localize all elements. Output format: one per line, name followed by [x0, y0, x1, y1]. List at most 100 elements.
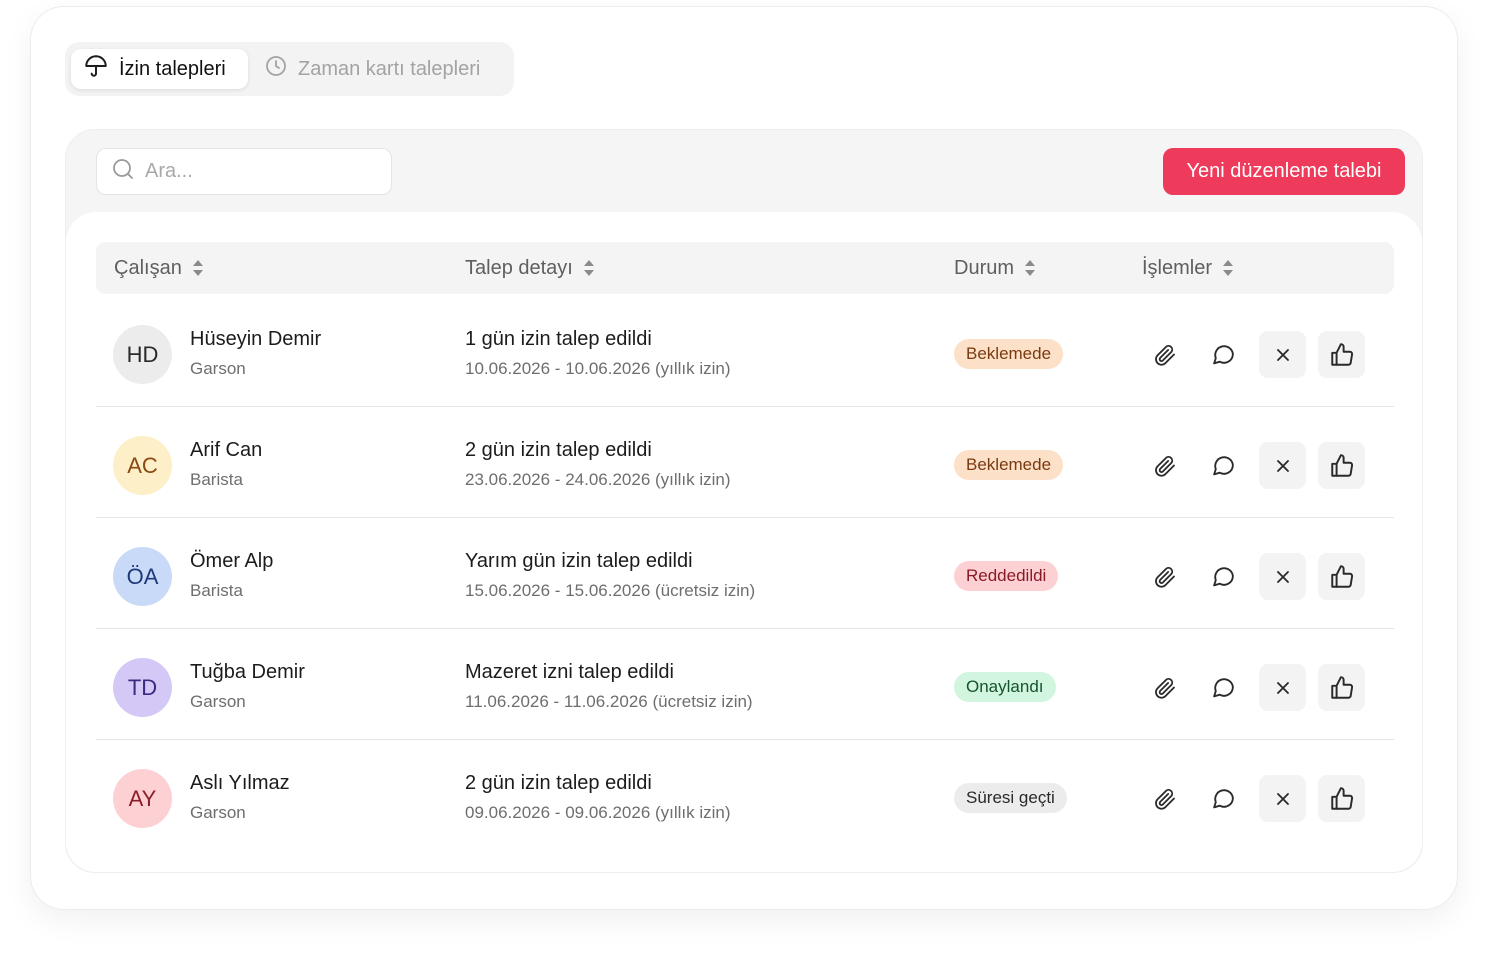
employee-role: Barista — [190, 581, 243, 600]
avatar: TD — [113, 658, 172, 717]
comment-button[interactable] — [1200, 664, 1247, 711]
table-row: AC Arif Can Barista 2 gün izin talep edildi… — [96, 407, 1394, 518]
tab-timecard-requests[interactable]: Zaman kartı talepleri — [252, 49, 492, 89]
status-badge: Süresi geçti — [954, 783, 1067, 813]
attach-button[interactable] — [1141, 775, 1188, 822]
approve-button[interactable] — [1318, 775, 1365, 822]
sort-icon — [583, 258, 595, 278]
request-dates: 09.06.2026 - 09.06.2026 (yıllık izin) — [465, 803, 731, 822]
comment-icon — [1211, 564, 1236, 589]
column-status[interactable]: Durum — [954, 242, 1036, 294]
employee-role: Garson — [190, 359, 246, 378]
sort-icon — [1222, 258, 1234, 278]
close-icon — [1273, 789, 1293, 809]
thumbs-up-icon — [1329, 342, 1355, 368]
attach-button[interactable] — [1141, 331, 1188, 378]
requests-panel: Yeni düzenleme talebi Çalışan Talep deta… — [65, 129, 1423, 873]
attach-button[interactable] — [1141, 664, 1188, 711]
paperclip-icon — [1153, 787, 1177, 811]
comment-button[interactable] — [1200, 553, 1247, 600]
clock-icon — [264, 54, 288, 84]
thumbs-up-icon — [1329, 786, 1355, 812]
status-badge: Beklemede — [954, 339, 1064, 369]
comment-icon — [1211, 342, 1236, 367]
paperclip-icon — [1153, 343, 1177, 367]
avatar: AY — [113, 769, 172, 828]
request-title: Yarım gün izin talep edildi — [465, 550, 693, 572]
employee-role: Garson — [190, 692, 246, 711]
request-title: Mazeret izni talep edildi — [465, 661, 674, 683]
column-request-detail[interactable]: Talep detayı — [465, 242, 595, 294]
reject-button[interactable] — [1259, 553, 1306, 600]
column-actions[interactable]: İşlemler — [1142, 242, 1234, 294]
column-label: Durum — [954, 256, 1015, 279]
avatar: ÖA — [113, 547, 172, 606]
thumbs-up-icon — [1329, 453, 1355, 479]
reject-button[interactable] — [1259, 442, 1306, 489]
close-icon — [1273, 345, 1293, 365]
employee-role: Barista — [190, 470, 243, 489]
comment-button[interactable] — [1200, 442, 1247, 489]
table-row: HD Hüseyin Demir Garson 1 gün izin talep ed… — [96, 296, 1394, 407]
table-row: ÖA Ömer Alp Barista Yarım gün izin talep ed… — [96, 518, 1394, 629]
table-container: Çalışan Talep detayı Durum İşlemler HD Hü… — [66, 212, 1422, 872]
table-row: AY Aslı Yılmaz Garson 2 gün izin talep edil… — [96, 740, 1394, 851]
paperclip-icon — [1153, 565, 1177, 589]
attach-button[interactable] — [1141, 442, 1188, 489]
thumbs-up-icon — [1329, 564, 1355, 590]
reject-button[interactable] — [1259, 775, 1306, 822]
close-icon — [1273, 567, 1293, 587]
sort-icon — [192, 258, 204, 278]
column-label: Çalışan — [114, 256, 182, 279]
reject-button[interactable] — [1259, 331, 1306, 378]
new-request-button[interactable]: Yeni düzenleme talebi — [1163, 148, 1405, 195]
employee-name: Ömer Alp — [190, 550, 274, 572]
tab-leave-requests[interactable]: İzin talepleri — [71, 49, 248, 89]
avatar: HD — [113, 325, 172, 384]
request-dates: 23.06.2026 - 24.06.2026 (yıllık izin) — [465, 470, 731, 489]
tab-label: İzin talepleri — [119, 57, 226, 80]
employee-name: Hüseyin Demir — [190, 328, 322, 350]
request-title: 2 gün izin talep edildi — [465, 772, 652, 794]
column-label: Talep detayı — [465, 256, 573, 279]
comment-button[interactable] — [1200, 775, 1247, 822]
column-employee[interactable]: Çalışan — [114, 242, 204, 294]
paperclip-icon — [1153, 454, 1177, 478]
search-box[interactable] — [96, 148, 392, 195]
request-dates: 10.06.2026 - 10.06.2026 (yıllık izin) — [465, 359, 731, 378]
reject-button[interactable] — [1259, 664, 1306, 711]
tab-label: Zaman kartı talepleri — [298, 57, 481, 80]
employee-role: Garson — [190, 803, 246, 822]
request-dates: 15.06.2026 - 15.06.2026 (ücretsiz izin) — [465, 581, 756, 600]
request-title: 2 gün izin talep edildi — [465, 439, 652, 461]
attach-button[interactable] — [1141, 553, 1188, 600]
close-icon — [1273, 678, 1293, 698]
search-input[interactable] — [145, 160, 365, 183]
comment-icon — [1211, 786, 1236, 811]
comment-button[interactable] — [1200, 331, 1247, 378]
thumbs-up-icon — [1329, 675, 1355, 701]
employee-name: Tuğba Demir — [190, 661, 305, 683]
approve-button[interactable] — [1318, 331, 1365, 378]
umbrella-icon — [83, 53, 109, 85]
status-badge: Onaylandı — [954, 672, 1056, 702]
paperclip-icon — [1153, 676, 1177, 700]
approve-button[interactable] — [1318, 664, 1365, 711]
avatar: AC — [113, 436, 172, 495]
search-icon — [111, 157, 135, 186]
employee-name: Aslı Yılmaz — [190, 772, 290, 794]
close-icon — [1273, 456, 1293, 476]
status-badge: Beklemede — [954, 450, 1064, 480]
tab-bar: İzin talepleri Zaman kartı talepleri — [65, 42, 514, 96]
approve-button[interactable] — [1318, 442, 1365, 489]
comment-icon — [1211, 675, 1236, 700]
sort-icon — [1024, 258, 1036, 278]
comment-icon — [1211, 453, 1236, 478]
status-badge: Reddedildi — [954, 561, 1059, 591]
table-row: TD Tuğba Demir Garson Mazeret izni talep ed… — [96, 629, 1394, 740]
approve-button[interactable] — [1318, 553, 1365, 600]
table-header: Çalışan Talep detayı Durum İşlemler — [96, 242, 1394, 294]
column-label: İşlemler — [1142, 256, 1213, 279]
request-title: 1 gün izin talep edildi — [465, 328, 652, 350]
request-dates: 11.06.2026 - 11.06.2026 (ücretsiz izin) — [465, 692, 753, 711]
